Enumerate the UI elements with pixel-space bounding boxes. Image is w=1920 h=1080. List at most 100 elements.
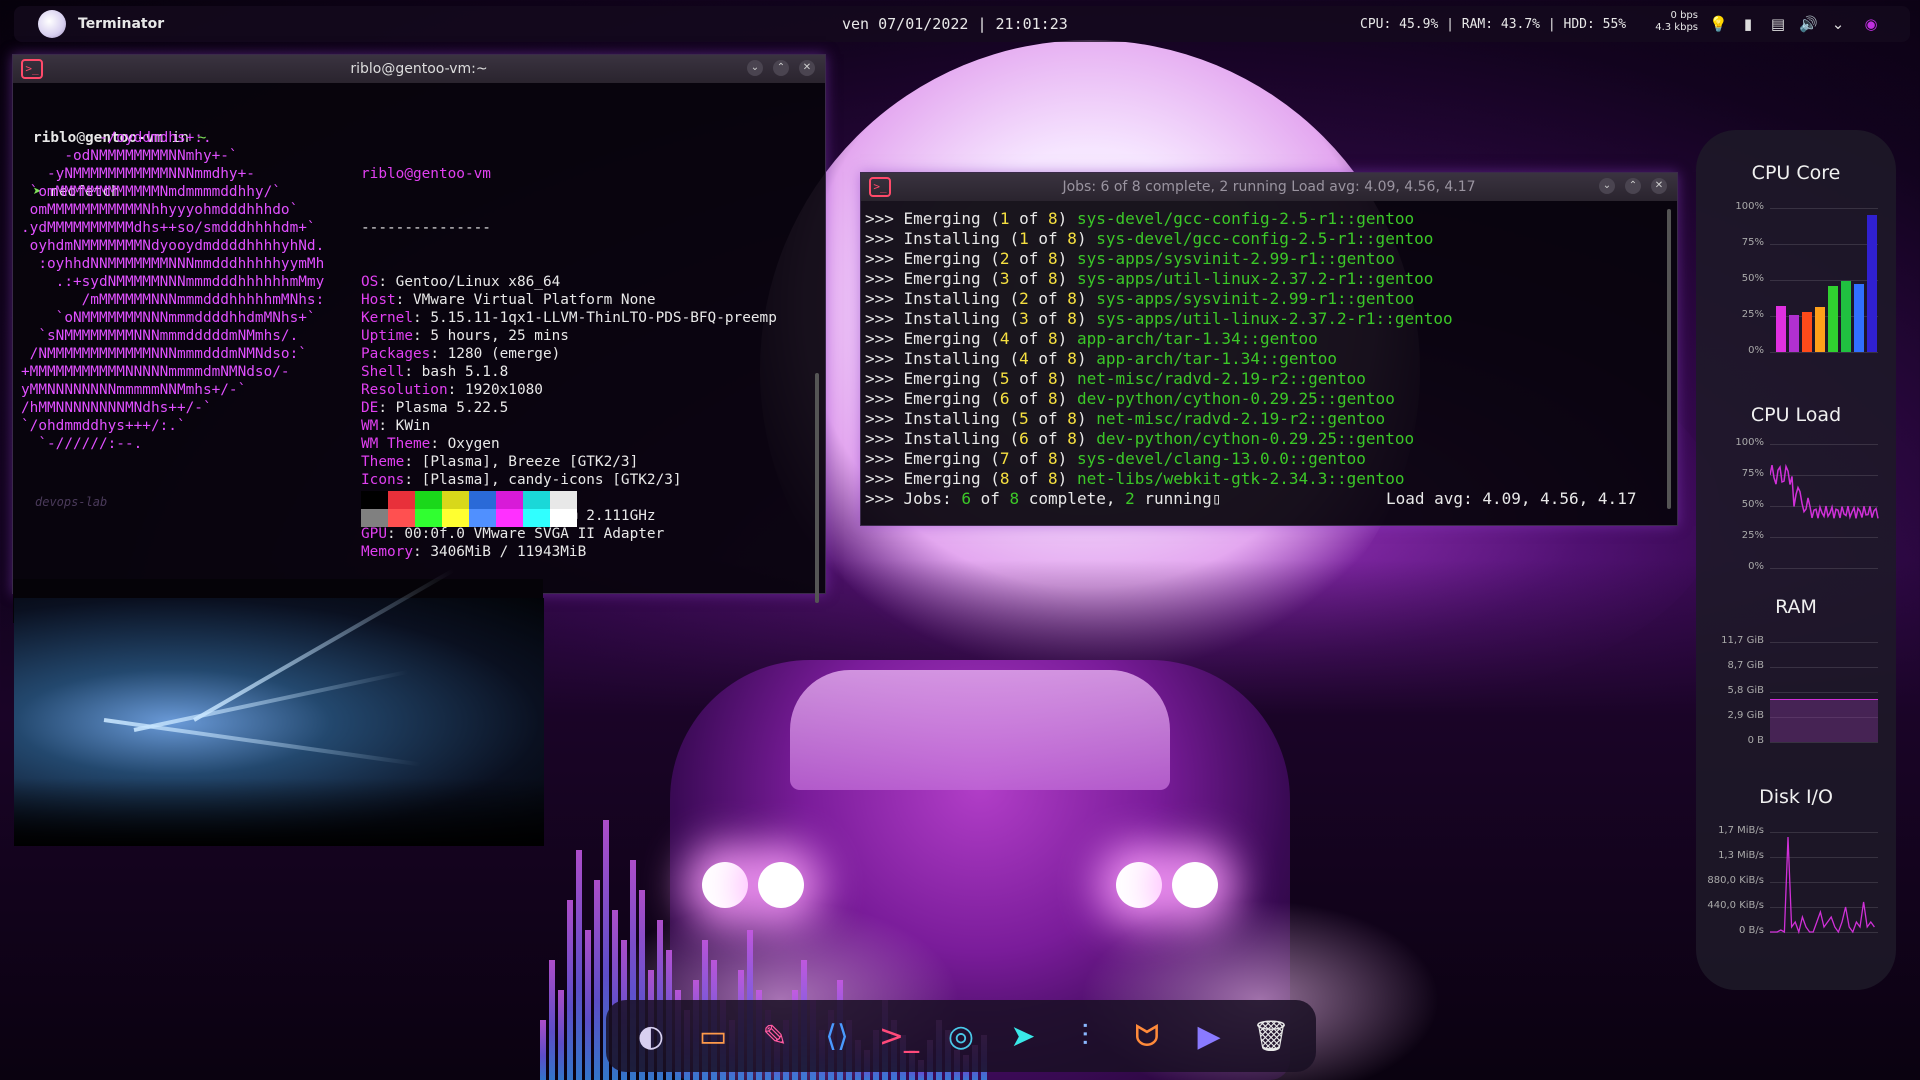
emerge-action: Emerging bbox=[903, 269, 981, 288]
emerge-package: net-libs/webkit-gtk-2.34.3::gentoo bbox=[1076, 469, 1405, 488]
emerge-total: 8 bbox=[1048, 249, 1058, 268]
cpu-load-title: CPU Load bbox=[1750, 404, 1842, 426]
terminal-icon[interactable]: >_ bbox=[873, 1010, 925, 1062]
cat-app-icon[interactable]: ᗢ bbox=[1121, 1010, 1173, 1062]
info-key: WM bbox=[361, 418, 379, 434]
equalizer-icon[interactable]: ⫶ bbox=[1059, 1010, 1111, 1062]
axis-label: 2,9 GiB bbox=[1727, 710, 1764, 721]
ram-title: RAM bbox=[1775, 596, 1817, 618]
cpu-core-bar bbox=[1828, 285, 1838, 352]
emerge-package: sys-devel/gcc-config-2.5-r1::gentoo bbox=[1096, 229, 1434, 248]
video-player[interactable] bbox=[14, 568, 544, 846]
color-swatch bbox=[442, 509, 469, 527]
emerge-package: net-misc/radvd-2.19-r2::gentoo bbox=[1096, 409, 1386, 428]
gentoo-launcher-icon[interactable]: ◐ bbox=[625, 1010, 677, 1062]
axis-label: 0% bbox=[1748, 345, 1764, 356]
info-key: Uptime bbox=[361, 328, 413, 344]
battery-icon[interactable]: ▮ bbox=[1739, 15, 1757, 33]
gentoo-menu-icon[interactable] bbox=[38, 10, 66, 38]
color-swatch bbox=[550, 509, 577, 527]
visualizer-bar bbox=[585, 930, 591, 1080]
info-value: 1280 (emerge) bbox=[447, 346, 561, 362]
emerge-index: 3 bbox=[1019, 309, 1029, 328]
emerge-action: Emerging bbox=[903, 389, 981, 408]
gridline bbox=[1770, 352, 1878, 353]
wallpaper-car-roof bbox=[790, 670, 1170, 790]
emerge-index: 4 bbox=[999, 329, 1010, 348]
scrollbar[interactable] bbox=[815, 373, 819, 603]
vscode-icon[interactable]: ⟨⟩ bbox=[811, 1010, 863, 1062]
disk-io-line bbox=[1770, 836, 1875, 935]
gridline bbox=[1770, 244, 1878, 245]
emerge-action: Installing bbox=[903, 429, 1000, 448]
axis-label: 1,7 MiB/s bbox=[1718, 825, 1764, 836]
emerge-line: >>> Emerging (6 of 8) dev-python/cython-… bbox=[865, 389, 1395, 408]
info-value: 3406MiB / 11943MiB bbox=[430, 544, 587, 560]
maximize-button[interactable]: ⌃ bbox=[773, 60, 789, 76]
axis-label: 100% bbox=[1735, 201, 1764, 212]
emerge-total: 8 bbox=[1067, 309, 1077, 328]
visualizer-bar bbox=[549, 960, 555, 1080]
minimize-button[interactable]: ⌄ bbox=[747, 60, 763, 76]
text-editor-icon[interactable]: ✎ bbox=[749, 1010, 801, 1062]
bulb-icon[interactable]: 💡 bbox=[1709, 15, 1728, 33]
visualizer-bar bbox=[594, 880, 600, 1080]
titlebar[interactable]: >_ Jobs: 6 of 8 complete, 2 running Load… bbox=[861, 173, 1677, 201]
dock: ◐ ▭ ✎ ⟨⟩ >_ ◎ ➤ ⫶ ᗢ ▶ 🗑 bbox=[606, 1000, 1316, 1072]
emerge-package: app-arch/tar-1.34::gentoo bbox=[1096, 349, 1338, 368]
folder-icon[interactable]: ▭ bbox=[687, 1010, 739, 1062]
cpu-load-line bbox=[1770, 463, 1879, 520]
terminal-window-emerge[interactable]: >_ Jobs: 6 of 8 complete, 2 running Load… bbox=[860, 172, 1678, 526]
close-button[interactable]: ✕ bbox=[1651, 178, 1667, 194]
color-swatch bbox=[523, 509, 550, 527]
axis-label: 8,7 GiB bbox=[1727, 660, 1764, 671]
axis-label: 25% bbox=[1741, 309, 1764, 320]
media-player-icon[interactable]: ▶ bbox=[1183, 1010, 1235, 1062]
info-value: Oxygen bbox=[447, 436, 500, 452]
terminal-window-neofetch[interactable]: >_ riblo@gentoo-vm:~ ⌄ ⌃ ✕ riblo@gentoo-… bbox=[12, 54, 826, 686]
chrome-icon[interactable]: ◎ bbox=[935, 1010, 987, 1062]
chevron-down-icon[interactable]: ⌄ bbox=[1829, 15, 1847, 33]
volume-icon[interactable]: 🔊 bbox=[1799, 15, 1818, 33]
window-title: riblo@gentoo-vm:~ bbox=[350, 61, 488, 77]
cursor: ▯ bbox=[1211, 489, 1222, 508]
minimize-button[interactable]: ⌄ bbox=[1599, 178, 1615, 194]
emerge-total: 8 bbox=[1048, 469, 1058, 488]
trash-icon[interactable]: 🗑 bbox=[1245, 1010, 1297, 1062]
emerge-line: >>> Installing (1 of 8) sys-devel/gcc-co… bbox=[865, 229, 1434, 248]
info-key: Shell bbox=[361, 364, 405, 380]
gridline bbox=[1770, 642, 1878, 643]
crowd-silhouette bbox=[14, 778, 544, 846]
display-icon[interactable]: ▤ bbox=[1769, 15, 1787, 33]
maximize-button[interactable]: ⌃ bbox=[1625, 178, 1641, 194]
scrollbar[interactable] bbox=[1667, 209, 1671, 509]
emerge-line: >>> Installing (3 of 8) sys-apps/util-li… bbox=[865, 309, 1453, 328]
ascii-art-line: -yNMMMMMMMMMMMNNNmmdhy+- bbox=[21, 166, 255, 182]
axis-label: 100% bbox=[1735, 437, 1764, 448]
info-key: DE bbox=[361, 400, 379, 416]
cpu-core-bar bbox=[1789, 314, 1799, 352]
user-switch-icon[interactable]: ◉ bbox=[1862, 15, 1880, 33]
info-key: Kernel bbox=[361, 310, 413, 326]
emerge-total: 8 bbox=[1048, 389, 1058, 408]
watermark: devops-lab bbox=[35, 495, 108, 509]
emerge-total: 8 bbox=[1067, 409, 1077, 428]
network-speed: 0 bps 4.3 kbps bbox=[1654, 10, 1698, 34]
emerge-package: sys-apps/sysvinit-2.99-r1::gentoo bbox=[1076, 249, 1395, 268]
close-button[interactable]: ✕ bbox=[799, 60, 815, 76]
ascii-art-line: .:+sydNMMMMMNNNmmmdddhhhhhhmMmy bbox=[21, 274, 325, 290]
cpu-core-bar bbox=[1815, 307, 1825, 352]
clock[interactable]: ven 07/01/2022 | 21:01:23 bbox=[842, 15, 1068, 33]
info-line: Resolution: 1920x1080 bbox=[361, 382, 543, 398]
titlebar[interactable]: >_ riblo@gentoo-vm:~ ⌄ ⌃ ✕ bbox=[13, 55, 825, 83]
info-value: 00:0f.0 VMware SVGA II Adapter bbox=[404, 526, 665, 542]
color-swatch bbox=[415, 491, 442, 509]
cpu-core-bar bbox=[1776, 305, 1786, 352]
emerge-index: 1 bbox=[1019, 229, 1029, 248]
arrow-app-icon[interactable]: ➤ bbox=[997, 1010, 1049, 1062]
ascii-art-line: +MMMMMMMMMMMNNNNNmmmmdmNMNdso/- bbox=[21, 364, 290, 380]
visualizer-bar bbox=[540, 1020, 546, 1080]
info-key: Theme bbox=[361, 454, 405, 470]
emerge-total: 8 bbox=[1067, 349, 1077, 368]
emerge-index: 1 bbox=[999, 209, 1010, 228]
